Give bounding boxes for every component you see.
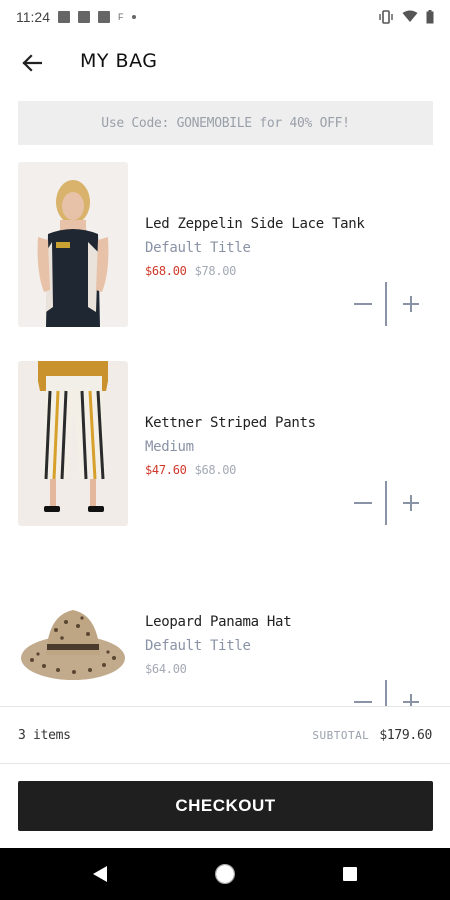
square-recents-icon [343,867,357,881]
photo-notification-icon [58,10,70,23]
item-count: 3 items [18,727,71,743]
product-image-tank[interactable] [18,162,128,327]
checkout-button[interactable]: CHECKOUT [18,781,433,831]
system-nav-bar [0,848,450,900]
item-name[interactable]: Leopard Panama Hat [145,614,292,630]
cart-item: Leopard Panama Hat Default Title $64.00 [0,560,450,706]
increase-quantity-button[interactable] [396,481,426,525]
decrease-quantity-button[interactable] [348,680,378,706]
battery-icon [426,9,434,23]
subtotal-value: $179.60 [379,727,432,743]
cart-item: Kettner Striped Pants Medium $47.60 $68.0… [0,361,450,531]
vibrate-icon [379,9,393,24]
circle-home-icon [215,864,235,884]
header: MY BAG [0,33,450,93]
promo-banner: Use Code: GONEMOBILE for 40% OFF! [18,101,433,145]
arrow-left-icon [22,54,42,72]
cart-summary: 3 items SUBTOTAL $179.60 [0,706,450,764]
plus-icon [403,495,419,511]
nav-recents-button[interactable] [338,862,362,886]
status-small-glyph: F [118,11,124,22]
item-prices: $64.00 [145,662,187,676]
cart-item: Led Zeppelin Side Lace Tank Default Titl… [0,162,450,332]
more-notifications-icon [131,14,136,19]
original-price: $78.00 [194,264,237,278]
plus-icon [403,296,419,312]
plus-icon [403,694,419,706]
nav-back-button[interactable] [88,862,112,886]
increase-quantity-button[interactable] [396,680,426,706]
item-prices: $68.00 $78.00 [145,264,236,278]
quantity-stepper [348,680,424,706]
sale-price: $47.60 [145,463,187,477]
original-price: $68.00 [194,463,237,477]
minus-icon [354,303,372,305]
quantity-stepper [348,481,424,525]
item-variant: Default Title [145,638,251,654]
minus-icon [354,502,372,504]
item-name[interactable]: Led Zeppelin Side Lace Tank [145,216,365,232]
triangle-back-icon [93,866,107,882]
back-button[interactable] [18,49,46,77]
wifi-icon [402,10,418,22]
nav-home-button[interactable] [213,862,237,886]
quantity-divider [385,282,387,326]
sale-price: $68.00 [145,264,187,278]
decrease-quantity-button[interactable] [348,481,378,525]
quantity-divider [385,481,387,525]
status-time: 11:24 [16,8,50,25]
minus-icon [354,701,372,703]
product-image-hat[interactable] [18,560,128,706]
quantity-stepper [348,282,424,326]
item-variant: Default Title [145,240,251,256]
quantity-divider [385,680,387,706]
item-name[interactable]: Kettner Striped Pants [145,415,316,431]
item-variant: Medium [145,439,194,455]
item-price: $64.00 [145,662,187,676]
app-notification-icon [98,10,110,23]
product-image-pants[interactable] [18,361,128,526]
status-bar: 11:24 F [0,0,450,33]
subtotal-label: SUBTOTAL [312,728,370,742]
page-title: MY BAG [80,50,158,72]
decrease-quantity-button[interactable] [348,282,378,326]
increase-quantity-button[interactable] [396,282,426,326]
item-prices: $47.60 $68.00 [145,463,236,477]
calendar-notification-icon [78,10,90,23]
